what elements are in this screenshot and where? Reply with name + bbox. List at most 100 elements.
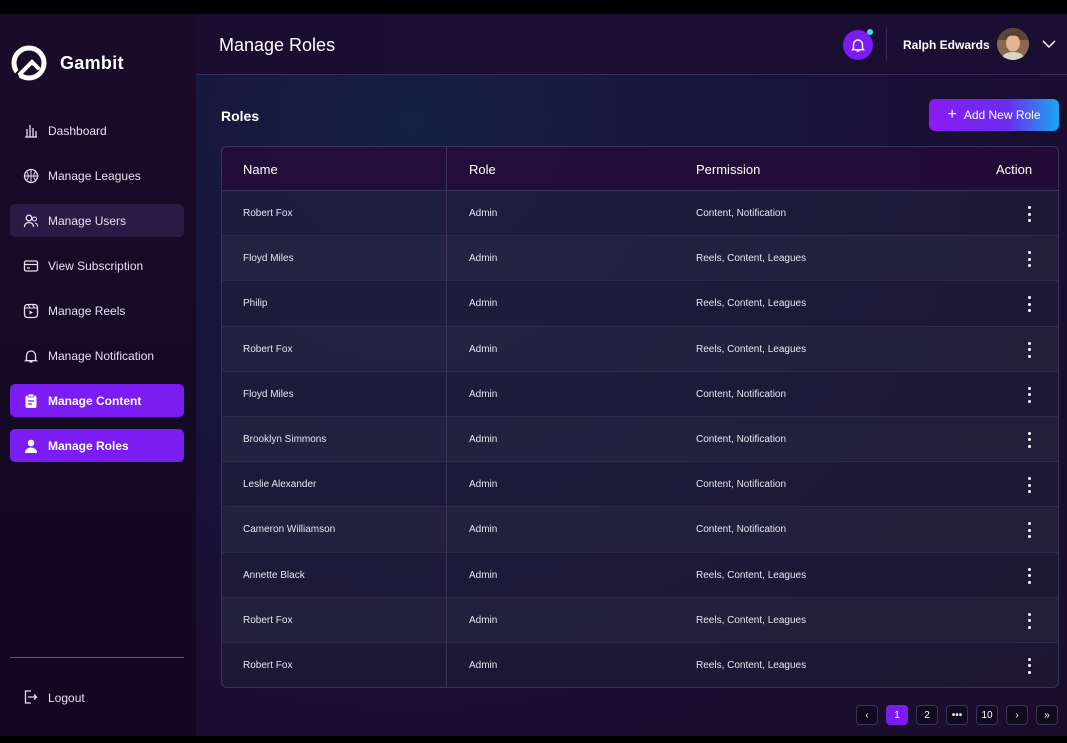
bottom-edge (0, 736, 1067, 743)
top-header: Manage Roles Ralph Edwards (196, 14, 1067, 75)
pagination-page-button[interactable]: ••• (946, 705, 968, 725)
roles-table: Name Role Permission Action Robert Fox Ad… (221, 146, 1059, 688)
table-row: Floyd Miles Admin Content, Notification (222, 371, 1058, 417)
table-row: Annette Black Admin Reels, Content, League… (222, 552, 1058, 598)
pagination-page-button[interactable]: 2 (916, 705, 938, 725)
notification-dot (867, 29, 873, 35)
sidebar-item-manage-users[interactable]: Manage Users (10, 204, 184, 237)
pagination-last-button[interactable]: » (1036, 705, 1058, 725)
sidebar-item-manage-leagues[interactable]: Manage Leagues (10, 159, 184, 192)
more-actions-icon[interactable] (1025, 431, 1033, 448)
pagination-prev-button[interactable]: ‹ (856, 705, 878, 725)
column-header-role[interactable]: Role (469, 162, 496, 177)
cell-permission: Reels, Content, Leagues (696, 569, 807, 581)
sidebar-nav: Dashboard Manage Leagues Manage Users Vi… (10, 114, 184, 474)
bar-chart-icon (22, 122, 40, 140)
table-row: Robert Fox Admin Content, Notification (222, 191, 1058, 237)
sidebar-item-label: Manage Content (48, 393, 142, 408)
user-name[interactable]: Ralph Edwards (903, 38, 990, 52)
column-header-name[interactable]: Name (243, 162, 278, 177)
avatar[interactable] (997, 28, 1029, 60)
cell-role: Admin (469, 659, 498, 671)
more-actions-icon[interactable] (1025, 386, 1033, 403)
logout-button[interactable]: Logout (22, 689, 85, 707)
cell-name: Floyd Miles (243, 388, 294, 400)
table-row: Leslie Alexander Admin Content, Notificati… (222, 462, 1058, 508)
users-icon (22, 212, 40, 230)
sidebar-item-label: Manage Roles (48, 438, 129, 453)
card-icon (22, 257, 40, 275)
pagination-page-button[interactable]: 1 (886, 705, 908, 725)
cell-permission: Content, Notification (696, 208, 787, 219)
header-divider (886, 28, 887, 60)
top-edge (0, 0, 1067, 14)
cell-permission: Reels, Content, Leagues (696, 298, 807, 310)
cell-role: Admin (469, 433, 498, 445)
user-icon (22, 437, 40, 455)
cell-role: Admin (469, 343, 498, 355)
sidebar-item-label: Dashboard (48, 123, 107, 138)
pagination-next-button[interactable]: › (1006, 705, 1028, 725)
sidebar-item-label: Manage Reels (48, 303, 126, 318)
sidebar-item-manage-roles[interactable]: Manage Roles (10, 429, 184, 462)
cell-name: Robert Fox (243, 208, 293, 219)
sidebar-item-label: View Subscription (48, 258, 144, 273)
more-actions-icon[interactable] (1025, 657, 1033, 674)
more-actions-icon[interactable] (1025, 296, 1033, 313)
more-actions-icon[interactable] (1025, 522, 1033, 539)
cell-name: Robert Fox (243, 614, 293, 626)
app-name: Gambit (60, 52, 124, 73)
table-body: Robert Fox Admin Content, Notification Floy… (222, 191, 1058, 687)
more-actions-icon[interactable] (1025, 567, 1033, 584)
sidebar-item-manage-content[interactable]: Manage Content (10, 384, 184, 417)
table-row: Robert Fox Admin Reels, Content, Leagues (222, 326, 1058, 372)
sidebar-item-dashboard[interactable]: Dashboard (10, 114, 184, 147)
cell-role: Admin (469, 388, 498, 400)
cell-role: Admin (469, 479, 498, 491)
more-actions-icon[interactable] (1025, 612, 1033, 629)
avatar-image (997, 28, 1029, 60)
sidebar-item-label: Manage Users (48, 213, 127, 228)
cell-name: Floyd Miles (243, 253, 294, 265)
basketball-icon (22, 167, 40, 185)
cell-name: Philip (243, 298, 268, 310)
app-logo[interactable]: Gambit (10, 44, 124, 82)
table-row: Floyd Miles Admin Reels, Content, Leagues (222, 236, 1058, 282)
column-divider (446, 147, 447, 687)
main-content: Manage Roles Ralph Edwards Roles + Add N… (196, 14, 1067, 736)
cell-name: Cameron Williamson (243, 524, 336, 536)
more-actions-icon[interactable] (1025, 341, 1033, 358)
cell-permission: Content, Notification (696, 388, 787, 400)
table-row: Philip Admin Reels, Content, Leagues (222, 281, 1058, 327)
cell-role: Admin (469, 253, 498, 265)
sidebar-item-manage-notification[interactable]: Manage Notification (10, 339, 184, 372)
cell-role: Admin (469, 614, 498, 626)
cell-permission: Reels, Content, Leagues (696, 343, 807, 355)
logout-label: Logout (48, 691, 85, 705)
cell-name: Leslie Alexander (243, 479, 317, 491)
sidebar-item-label: Manage Notification (48, 348, 155, 363)
add-new-role-button[interactable]: + Add New Role (929, 99, 1059, 131)
cell-role: Admin (469, 298, 498, 310)
cell-permission: Content, Notification (696, 433, 787, 445)
pagination-page-button[interactable]: 10 (976, 705, 998, 725)
more-actions-icon[interactable] (1025, 477, 1033, 494)
section-title: Roles (221, 108, 260, 124)
column-header-permission[interactable]: Permission (696, 162, 760, 177)
sidebar-item-view-subscription[interactable]: View Subscription (10, 249, 184, 282)
bell-icon (22, 347, 40, 365)
bell-icon (851, 39, 865, 52)
more-actions-icon[interactable] (1025, 251, 1033, 268)
more-actions-icon[interactable] (1025, 206, 1033, 222)
table-header: Name Role Permission Action (222, 147, 1058, 191)
reels-icon (22, 302, 40, 320)
cell-permission: Reels, Content, Leagues (696, 614, 807, 626)
table-row: Robert Fox Admin Reels, Content, Leagues (222, 597, 1058, 643)
table-row: Robert Fox Admin Reels, Content, Leagues (222, 642, 1058, 687)
chevron-down-icon[interactable] (1041, 37, 1057, 51)
sidebar-item-label: Manage Leagues (48, 168, 141, 183)
sidebar-item-manage-reels[interactable]: Manage Reels (10, 294, 184, 327)
logout-icon (22, 689, 40, 707)
cell-name: Robert Fox (243, 343, 293, 355)
clipboard-icon (22, 392, 40, 410)
